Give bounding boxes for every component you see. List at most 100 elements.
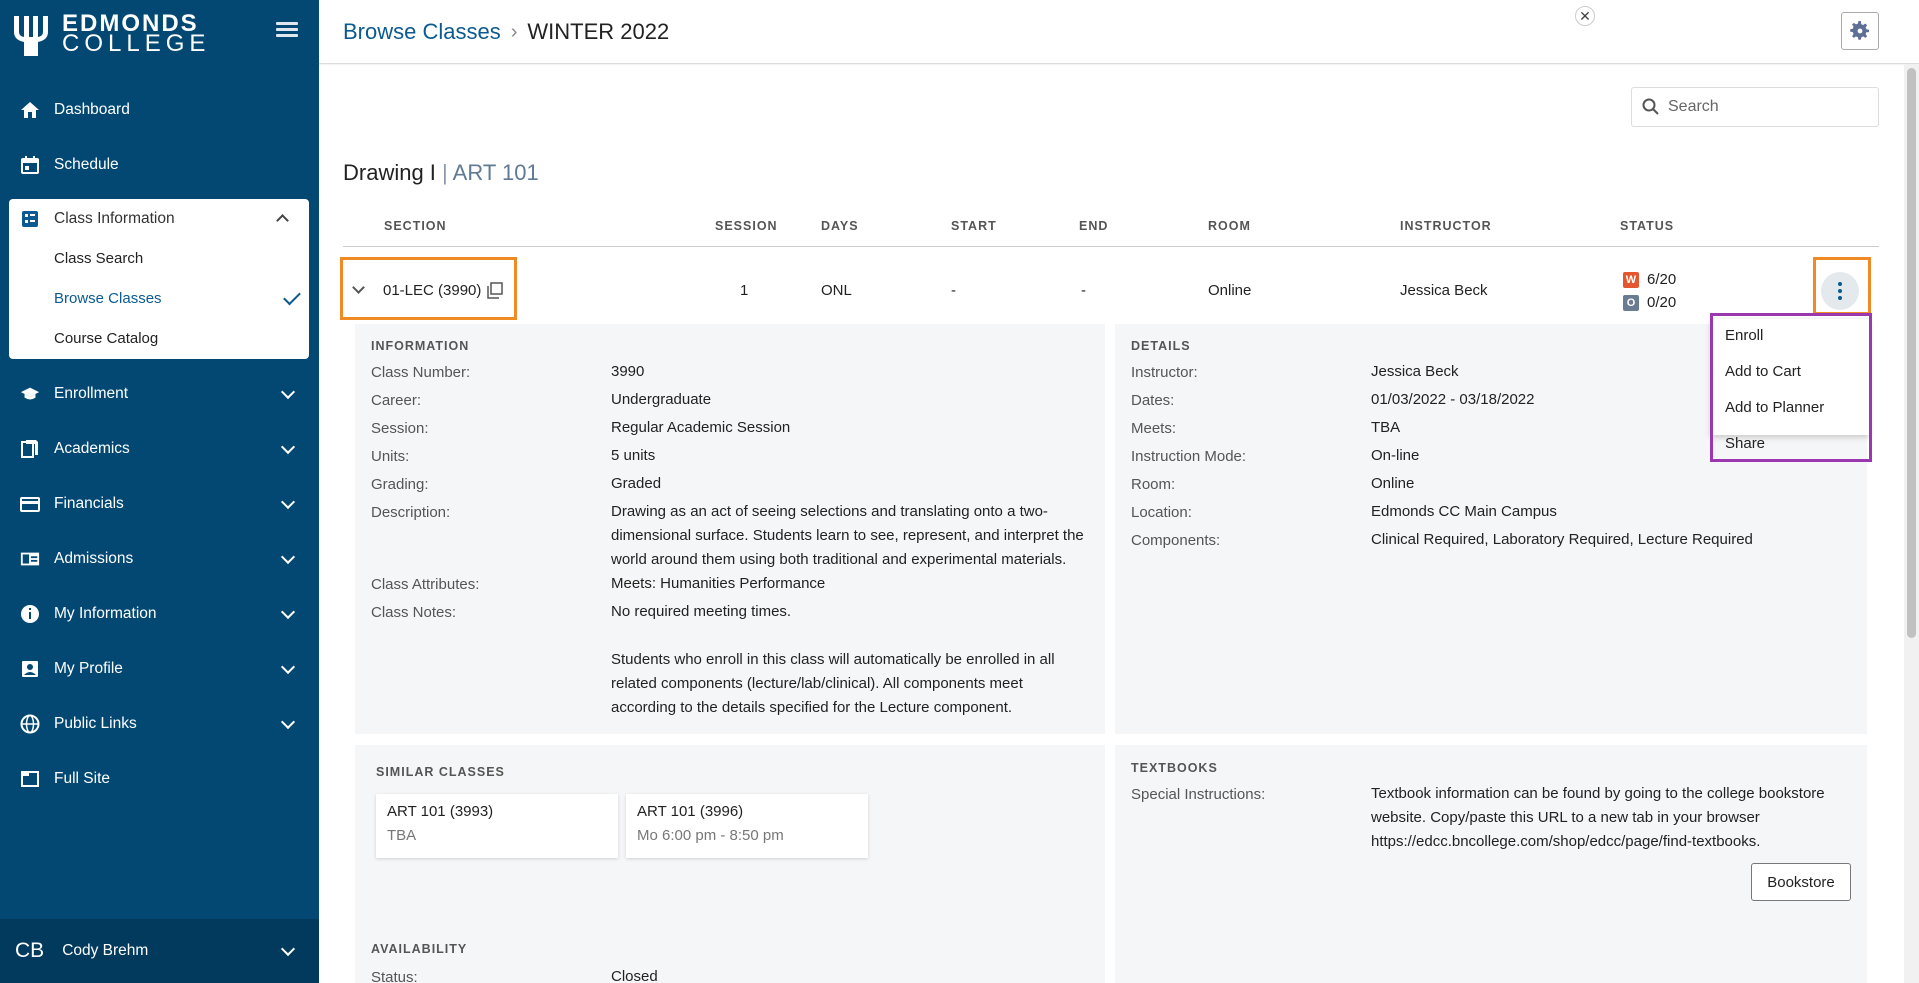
sidebar-item-label: Schedule — [54, 156, 119, 173]
label-room: Room: — [1131, 476, 1176, 493]
dates-value: 01/03/2022 - 03/18/2022 — [1371, 391, 1535, 408]
similar-class-card[interactable]: ART 101 (3996) Mo 6:00 pm - 8:50 pm — [626, 794, 868, 858]
chevron-down-icon — [280, 941, 296, 957]
search-input[interactable] — [1668, 98, 1858, 116]
information-title: INFORMATION — [371, 339, 470, 353]
class-notes-line: related components (lecture/lab/clinical… — [611, 675, 1023, 692]
user-name: Cody Brehm — [62, 942, 149, 959]
label-grading: Grading: — [371, 476, 429, 493]
settings-button[interactable] — [1841, 12, 1879, 50]
avatar: CB — [15, 939, 45, 962]
column-header-start[interactable]: START — [951, 219, 997, 233]
gear-icon — [1850, 21, 1869, 40]
column-header-instructor[interactable]: INSTRUCTOR — [1400, 219, 1492, 233]
textbook-instructions-line: website. Copy/paste this URL to a new ta… — [1371, 809, 1760, 826]
sidebar-item-browse-classes[interactable]: Browse Classes — [54, 290, 162, 307]
label-description: Description: — [371, 504, 451, 521]
hamburger-menu-icon[interactable] — [276, 22, 298, 38]
chevron-down-icon — [280, 549, 296, 565]
label-components: Components: — [1131, 532, 1221, 549]
class-attributes-value: Meets: Humanities Performance — [611, 575, 826, 592]
class-notes-value: No required meeting times. — [611, 603, 792, 620]
course-code: ART 101 — [452, 160, 539, 185]
trident-logo-icon — [14, 16, 48, 56]
label-dates: Dates: — [1131, 392, 1175, 409]
class-information-label: Class Information — [54, 210, 175, 227]
column-header-end[interactable]: END — [1079, 219, 1108, 233]
column-header-session[interactable]: SESSION — [715, 219, 778, 233]
search-icon — [1642, 98, 1659, 115]
class-number-value: 3990 — [611, 363, 645, 380]
breadcrumb-separator: › — [510, 20, 518, 43]
meets-value: TBA — [1371, 419, 1401, 436]
textbook-url[interactable]: https://edcc.bncollege.com/shop/edcc/pag… — [1371, 830, 1760, 854]
breadcrumb-current: WINTER 2022 — [527, 19, 670, 44]
label-instructor: Instructor: — [1131, 364, 1198, 381]
instructor-cell: Jessica Beck — [1400, 282, 1488, 299]
open-status-badge: O — [1623, 295, 1639, 311]
location-value: Edmonds CC Main Campus — [1371, 503, 1557, 520]
logo-line2: COLLEGE — [62, 30, 211, 57]
start-cell: - — [951, 282, 956, 299]
sidebar-item-financials[interactable]: Financials — [0, 479, 319, 529]
menu-highlight — [1710, 313, 1872, 462]
similar-class-card[interactable]: ART 101 (3993) TBA — [376, 794, 618, 858]
globe-icon — [20, 714, 40, 734]
sidebar-item-label: Admissions — [54, 550, 134, 567]
label-status: Status: — [371, 969, 418, 983]
search-box[interactable] — [1631, 87, 1879, 127]
label-instruction-mode: Instruction Mode: — [1131, 448, 1247, 465]
label-class-notes: Class Notes: — [371, 604, 457, 621]
sidebar-item-academics[interactable]: Academics — [0, 424, 319, 474]
sidebar-item-my-information[interactable]: My Information — [0, 589, 319, 639]
graduation-cap-icon — [20, 384, 40, 404]
waitlist-status-badge: W — [1623, 272, 1639, 288]
documents-icon — [20, 439, 40, 459]
end-cell: - — [1081, 282, 1086, 299]
sidebar-item-course-catalog[interactable]: Course Catalog — [54, 330, 158, 347]
components-value: Clinical Required, Laboratory Required, … — [1371, 531, 1753, 548]
college-logo[interactable]: EDMONDS COLLEGE — [10, 10, 210, 58]
sidebar-item-admissions[interactable]: Admissions — [0, 534, 319, 584]
sidebar-item-full-site[interactable]: Full Site — [0, 754, 319, 804]
sidebar-item-my-profile[interactable]: My Profile — [0, 644, 319, 694]
sidebar-item-enrollment[interactable]: Enrollment — [0, 369, 319, 419]
close-icon[interactable]: ✕ — [1575, 6, 1595, 26]
session-cell: 1 — [740, 282, 749, 299]
chevron-down-icon — [280, 714, 296, 730]
column-header-section[interactable]: SECTION — [384, 219, 447, 233]
sidebar-item-dashboard[interactable]: Dashboard — [0, 85, 319, 135]
open-count: 0/20 — [1647, 294, 1677, 311]
sidebar-item-schedule[interactable]: Schedule — [0, 140, 319, 190]
column-header-days[interactable]: DAYS — [821, 219, 859, 233]
info-icon — [20, 604, 40, 624]
chevron-down-icon — [280, 659, 296, 675]
label-special-instructions: Special Instructions: — [1131, 786, 1266, 803]
label-meets: Meets: — [1131, 420, 1177, 437]
similar-class-time: TBA — [387, 827, 417, 844]
sidebar-item-public-links[interactable]: Public Links — [0, 699, 319, 749]
details-title: DETAILS — [1131, 339, 1191, 353]
scrollbar-thumb[interactable] — [1907, 68, 1916, 638]
credit-card-icon — [20, 494, 40, 514]
scrollbar[interactable] — [1904, 64, 1919, 983]
waitlist-count: 6/20 — [1647, 271, 1677, 288]
availability-panel — [355, 927, 1105, 983]
bookstore-button[interactable]: Bookstore — [1751, 863, 1851, 901]
sidebar-item-label: Academics — [54, 440, 130, 457]
column-header-status[interactable]: STATUS — [1620, 219, 1674, 233]
column-header-room[interactable]: ROOM — [1208, 219, 1251, 233]
breadcrumb-browse-classes[interactable]: Browse Classes — [343, 19, 501, 45]
user-menu[interactable]: CB Cody Brehm — [0, 919, 319, 983]
sidebar-item-class-search[interactable]: Class Search — [54, 250, 143, 267]
similar-class-name: ART 101 (3993) — [387, 803, 494, 820]
textbooks-title: TEXTBOOKS — [1131, 761, 1218, 775]
sidebar-item-label: Public Links — [54, 715, 137, 732]
chevron-down-icon — [280, 604, 296, 620]
home-icon — [20, 100, 40, 120]
checkmark-icon — [283, 287, 301, 306]
label-session: Session: — [371, 420, 429, 437]
instructor-value: Jessica Beck — [1371, 363, 1459, 380]
units-value: 5 units — [611, 447, 656, 464]
sidebar-item-class-information[interactable]: Class Information — [9, 199, 309, 239]
